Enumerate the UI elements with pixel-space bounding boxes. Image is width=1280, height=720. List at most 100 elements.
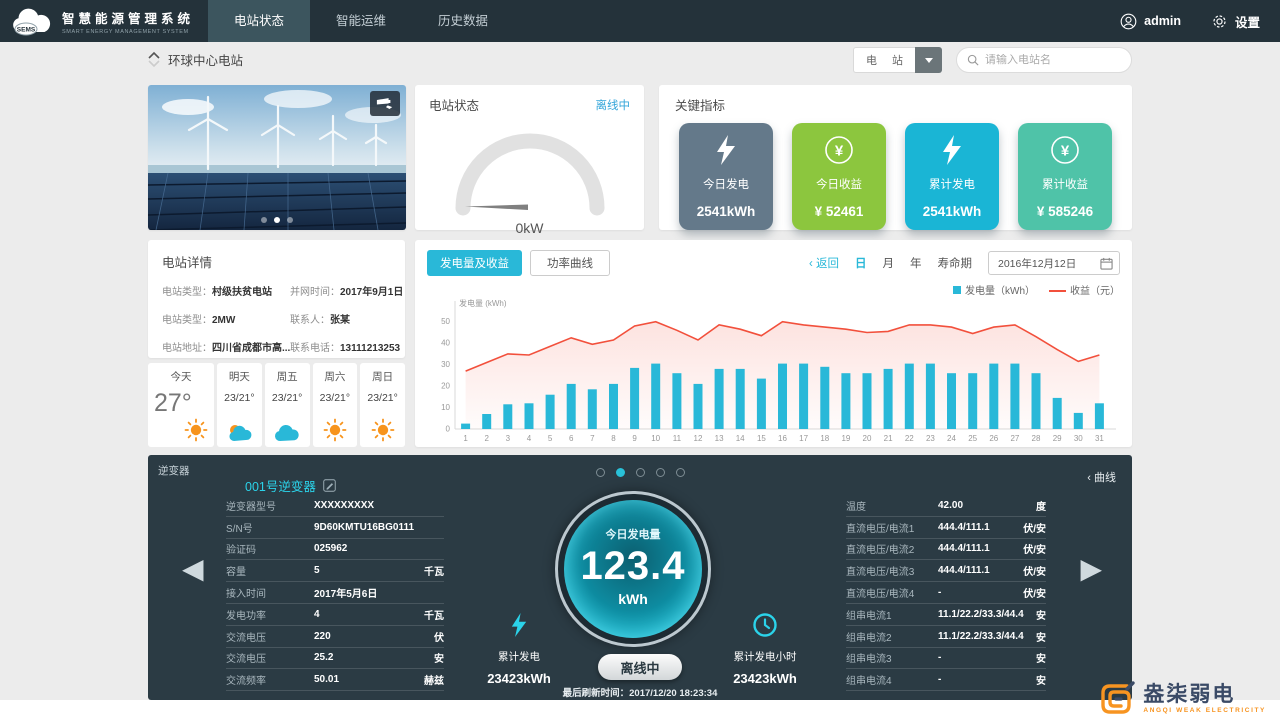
detail-title: 电站详情 bbox=[162, 252, 391, 271]
generation-bar bbox=[461, 424, 470, 429]
generation-bar bbox=[525, 403, 534, 429]
svg-text:22: 22 bbox=[905, 434, 914, 443]
station-status-card: 电站状态 离线中 0kW bbox=[415, 85, 644, 230]
weather-card: 周五 23/21° bbox=[265, 363, 310, 447]
weather-card: 周日 23/21° bbox=[360, 363, 405, 447]
settings-button[interactable]: 设置 bbox=[1211, 12, 1260, 31]
svg-text:2: 2 bbox=[484, 434, 489, 443]
sun-icon bbox=[323, 418, 347, 442]
table-row: 接入时间 2017年5月6日 bbox=[226, 582, 444, 604]
table-row: 验证码 025962 bbox=[226, 539, 444, 561]
svg-text:¥: ¥ bbox=[835, 142, 844, 159]
detail-row: 联系电话：13111213253 bbox=[290, 339, 390, 354]
svg-text:21: 21 bbox=[884, 434, 893, 443]
svg-text:30: 30 bbox=[1074, 434, 1083, 443]
date-picker[interactable]: 2016年12月12日 bbox=[988, 251, 1120, 275]
user-icon bbox=[1120, 13, 1137, 30]
range-year[interactable]: 年 bbox=[910, 255, 922, 271]
carousel-dot[interactable] bbox=[596, 468, 605, 477]
svg-text:15: 15 bbox=[757, 434, 766, 443]
svg-text:10: 10 bbox=[651, 434, 660, 443]
carousel-dot[interactable] bbox=[287, 217, 293, 223]
back-link[interactable]: ‹ 返回 bbox=[809, 255, 839, 271]
generation-bar bbox=[567, 384, 576, 429]
svg-text:40: 40 bbox=[441, 339, 450, 348]
tab-generation-income[interactable]: 发电量及收益 bbox=[427, 250, 522, 276]
table-row: 交流电压 25.2 安 bbox=[226, 648, 444, 670]
generation-bar bbox=[1074, 413, 1083, 429]
table-row: 容量 5 千瓦 bbox=[226, 560, 444, 582]
generation-bar bbox=[841, 373, 850, 429]
content: 电站状态 离线中 0kW 关键指标 今日发电 2541kWh bbox=[148, 42, 1132, 720]
range-lifetime[interactable]: 寿命期 bbox=[938, 255, 973, 271]
generation-bar bbox=[989, 364, 998, 429]
svg-text:10: 10 bbox=[441, 403, 450, 412]
legend-bar-swatch bbox=[953, 286, 961, 294]
tab-power-curve[interactable]: 功率曲线 bbox=[530, 250, 610, 276]
user-menu[interactable]: admin bbox=[1120, 13, 1181, 30]
prev-inverter-arrow[interactable]: ◀ bbox=[182, 555, 204, 583]
generation-bar bbox=[715, 369, 724, 429]
svg-text:19: 19 bbox=[841, 434, 850, 443]
svg-text:28: 28 bbox=[1032, 434, 1041, 443]
table-row: 交流电压 220 伏 bbox=[226, 626, 444, 648]
range-month[interactable]: 月 bbox=[883, 255, 895, 271]
station-detail-card: 电站详情 电站类型：村级扶贫电站 并网时间：2017年9月1日 电站类型：2MW… bbox=[148, 240, 405, 358]
carousel-dot[interactable] bbox=[636, 468, 645, 477]
svg-text:14: 14 bbox=[736, 434, 745, 443]
svg-text:发电量 (kWh): 发电量 (kWh) bbox=[459, 298, 507, 308]
table-row: 直流电压/电流4 - 伏/安 bbox=[846, 582, 1046, 604]
offline-status-link[interactable]: 离线中 bbox=[596, 97, 631, 113]
camera-button[interactable] bbox=[370, 91, 400, 116]
carousel-dot[interactable] bbox=[656, 468, 665, 477]
carousel-dot[interactable] bbox=[274, 217, 280, 223]
table-row: 直流电压/电流2 444.4/111.1 伏/安 bbox=[846, 539, 1046, 561]
top-navbar: SEMS 智慧能源管理系统 SMART ENERGY MANAGEMENT SY… bbox=[0, 0, 1280, 42]
svg-text:1: 1 bbox=[463, 434, 468, 443]
bolt-icon bbox=[941, 135, 963, 165]
today-generation-circle: 今日发电量 123.4 kWh bbox=[555, 491, 711, 647]
power-gauge bbox=[435, 116, 625, 219]
svg-text:5: 5 bbox=[548, 434, 553, 443]
carousel-dot[interactable] bbox=[261, 217, 267, 223]
weather-forecast: 今天 27° 明天 23/21° 周五 23/21° 周六 23/21° 周日 bbox=[148, 363, 405, 447]
generation-income-chart: 发电量 (kWh)0102030405012345678910111213141… bbox=[427, 297, 1118, 445]
svg-text:12: 12 bbox=[694, 434, 703, 443]
table-row: 组串电流3 - 安 bbox=[846, 648, 1046, 670]
detail-row: 并网时间：2017年9月1日 bbox=[290, 283, 390, 298]
table-row: 逆变器型号 XXXXXXXXX bbox=[226, 495, 444, 517]
curve-link[interactable]: ‹ 曲线 bbox=[1087, 469, 1116, 485]
generation-bar bbox=[926, 364, 935, 429]
nav-item-station-status[interactable]: 电站状态 bbox=[208, 0, 310, 42]
kpi-tile-today-income: ¥ 今日收益 ¥ 52461 bbox=[792, 123, 886, 230]
carousel-dot[interactable] bbox=[676, 468, 685, 477]
generation-bar bbox=[672, 373, 681, 429]
inverter-name[interactable]: 001号逆变器 bbox=[245, 476, 336, 495]
station-photo bbox=[148, 85, 406, 230]
edit-pencil-icon[interactable] bbox=[323, 479, 336, 492]
range-day[interactable]: 日 bbox=[855, 255, 867, 271]
generation-bar bbox=[884, 369, 893, 429]
svg-text:13: 13 bbox=[715, 434, 724, 443]
svg-text:20: 20 bbox=[863, 434, 872, 443]
carousel-dot[interactable] bbox=[616, 468, 625, 477]
today-temp: 27° bbox=[154, 389, 192, 418]
next-inverter-arrow[interactable]: ▶ bbox=[1080, 555, 1102, 583]
generation-bar bbox=[503, 404, 512, 429]
bolt-icon bbox=[510, 613, 528, 637]
table-row: S/N号 9D60KMTU16BG0111 bbox=[226, 517, 444, 539]
calendar-icon bbox=[1100, 257, 1113, 270]
svg-text:23: 23 bbox=[926, 434, 935, 443]
settings-label: 设置 bbox=[1235, 12, 1260, 31]
circle-label: 今日发电量 bbox=[606, 526, 661, 542]
kpi-tile-total-generation: 累计发电 2541kWh bbox=[905, 123, 999, 230]
svg-text:20: 20 bbox=[441, 382, 450, 391]
app-title: 智慧能源管理系统 bbox=[62, 8, 194, 27]
inverter-status-pill[interactable]: 离线中 bbox=[598, 654, 682, 680]
station-photo-card bbox=[148, 85, 406, 230]
table-row: 交流频率 50.01 赫兹 bbox=[226, 669, 444, 691]
legend-line-swatch bbox=[1049, 290, 1066, 292]
nav-item-history-data[interactable]: 历史数据 bbox=[412, 0, 514, 42]
svg-text:27: 27 bbox=[1010, 434, 1019, 443]
nav-item-smart-ops[interactable]: 智能运维 bbox=[310, 0, 412, 42]
